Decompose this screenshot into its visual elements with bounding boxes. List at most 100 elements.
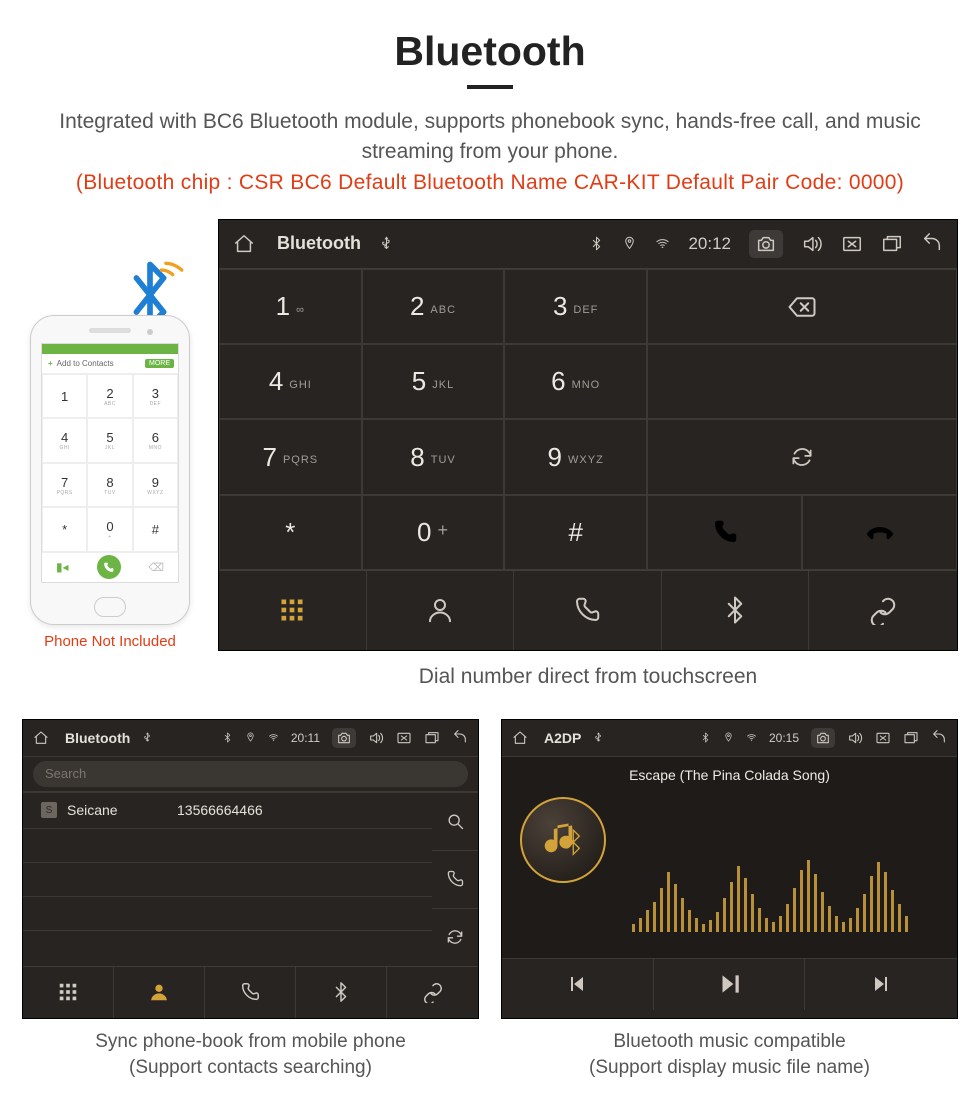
- dial-key-0[interactable]: 0+: [362, 495, 505, 570]
- phone-key[interactable]: *: [42, 507, 87, 552]
- dial-key-#[interactable]: #: [504, 495, 647, 570]
- phone-key[interactable]: 9WXYZ: [133, 463, 178, 508]
- bottom-nav: [23, 966, 478, 1018]
- home-button: [94, 597, 126, 617]
- dial-key-6[interactable]: 6MNO: [504, 344, 647, 419]
- status-bar: Bluetooth 20:12: [219, 220, 957, 268]
- phonebook-device: Bluetooth 20:11 Search S Seicane 1356666…: [22, 719, 479, 1019]
- nav-contacts-icon[interactable]: [114, 967, 205, 1018]
- side-actions: [432, 793, 478, 966]
- contact-name: Seicane: [67, 802, 177, 818]
- phone-key[interactable]: #: [133, 507, 178, 552]
- recent-apps-icon[interactable]: [424, 730, 440, 746]
- bottom-nav: [219, 570, 957, 650]
- page-specs: (Bluetooth chip : CSR BC6 Default Blueto…: [0, 171, 980, 195]
- home-icon[interactable]: [512, 730, 528, 746]
- list-item: [23, 931, 432, 965]
- call-button[interactable]: [647, 495, 802, 570]
- phone-key[interactable]: 1: [42, 374, 87, 419]
- music-device: A2DP 20:15 Escape (The Pina Colada Song): [501, 719, 958, 1019]
- status-bar: Bluetooth 20:11: [23, 720, 478, 756]
- nav-pair-icon[interactable]: [809, 571, 957, 650]
- nav-bluetooth-icon[interactable]: [296, 967, 387, 1018]
- phone-key[interactable]: 0+: [87, 507, 132, 552]
- phone-key[interactable]: 7PQRS: [42, 463, 87, 508]
- status-bar: A2DP 20:15: [502, 720, 957, 756]
- call-button[interactable]: [97, 555, 121, 579]
- dial-keypad: 1∞2ABC3DEF 4GHI5JKL6MNO 7PQRS8TUV9WXYZ *0+#: [219, 269, 647, 570]
- nav-keypad-icon[interactable]: [23, 967, 114, 1018]
- dial-key-*[interactable]: *: [219, 495, 362, 570]
- phone-key[interactable]: 8TUV: [87, 463, 132, 508]
- dialer-right-panel: [647, 269, 957, 570]
- nav-keypad-icon[interactable]: [219, 571, 367, 650]
- clock: 20:11: [291, 731, 320, 745]
- nav-contacts-icon[interactable]: [367, 571, 515, 650]
- hangup-button[interactable]: [802, 495, 957, 570]
- phone-key[interactable]: 3DEF: [133, 374, 178, 419]
- camera-icon[interactable]: [749, 230, 783, 258]
- phone-key[interactable]: 2ABC: [87, 374, 132, 419]
- camera-icon[interactable]: [332, 728, 356, 748]
- backspace-button[interactable]: [647, 269, 957, 344]
- recent-apps-icon[interactable]: [881, 233, 903, 255]
- call-icon[interactable]: [432, 851, 478, 909]
- smartphone-mockup: +Add to Contacts MORE 12ABC3DEF 4GHI5JKL6…: [30, 315, 190, 625]
- volume-icon[interactable]: [368, 730, 384, 746]
- dial-key-9[interactable]: 9WXYZ: [504, 419, 647, 494]
- prev-track-button[interactable]: [502, 959, 654, 1010]
- phone-not-included-note: Phone Not Included: [44, 633, 176, 650]
- volume-icon[interactable]: [847, 730, 863, 746]
- search-icon[interactable]: [432, 793, 478, 851]
- dial-key-7[interactable]: 7PQRS: [219, 419, 362, 494]
- empty-cell: [647, 344, 957, 419]
- sync-button[interactable]: [647, 419, 957, 494]
- close-screen-icon[interactable]: [875, 730, 891, 746]
- list-item: [23, 897, 432, 931]
- clock: 20:15: [769, 731, 799, 745]
- phone-key[interactable]: 4GHI: [42, 418, 87, 463]
- back-icon[interactable]: [921, 233, 943, 255]
- recent-apps-icon[interactable]: [903, 730, 919, 746]
- nav-pair-icon[interactable]: [387, 967, 478, 1018]
- nav-calllog-icon[interactable]: [205, 967, 296, 1018]
- back-icon[interactable]: [452, 730, 468, 746]
- home-icon[interactable]: [33, 730, 49, 746]
- add-contact-row: +Add to Contacts MORE: [42, 354, 178, 374]
- bluetooth-logo-icon: [116, 261, 184, 323]
- dial-key-2[interactable]: 2ABC: [362, 269, 505, 344]
- dial-key-5[interactable]: 5JKL: [362, 344, 505, 419]
- nav-calllog-icon[interactable]: [514, 571, 662, 650]
- page-description: Integrated with BC6 Bluetooth module, su…: [55, 107, 925, 168]
- app-title: A2DP: [544, 730, 581, 746]
- dial-key-3[interactable]: 3DEF: [504, 269, 647, 344]
- back-icon[interactable]: [931, 730, 947, 746]
- contact-initial-badge: S: [41, 802, 57, 818]
- volume-icon[interactable]: [801, 233, 823, 255]
- sync-icon[interactable]: [432, 909, 478, 966]
- app-title: Bluetooth: [277, 233, 361, 254]
- phone-key[interactable]: 5JKL: [87, 418, 132, 463]
- dialer-caption: Dial number direct from touchscreen: [218, 665, 958, 689]
- track-title: Escape (The Pina Colada Song): [629, 767, 830, 783]
- list-item: [23, 829, 432, 863]
- wifi-icon: [655, 236, 670, 251]
- bluetooth-icon: [589, 236, 604, 251]
- music-caption: Bluetooth music compatible(Support displ…: [501, 1029, 958, 1082]
- phone-key[interactable]: 6MNO: [133, 418, 178, 463]
- play-pause-button[interactable]: [654, 959, 806, 1010]
- dial-key-8[interactable]: 8TUV: [362, 419, 505, 494]
- title-underline: [467, 85, 513, 89]
- dial-key-4[interactable]: 4GHI: [219, 344, 362, 419]
- next-track-button[interactable]: [805, 959, 957, 1010]
- close-screen-icon[interactable]: [841, 233, 863, 255]
- location-icon: [245, 732, 256, 743]
- dial-key-1[interactable]: 1∞: [219, 269, 362, 344]
- phonebook-caption: Sync phone-book from mobile phone(Suppor…: [22, 1029, 479, 1082]
- contact-row[interactable]: S Seicane 13566664466: [23, 793, 432, 829]
- close-screen-icon[interactable]: [396, 730, 412, 746]
- nav-bluetooth-icon[interactable]: [662, 571, 810, 650]
- camera-icon[interactable]: [811, 728, 835, 748]
- home-icon[interactable]: [233, 233, 255, 255]
- search-input[interactable]: Search: [33, 761, 468, 787]
